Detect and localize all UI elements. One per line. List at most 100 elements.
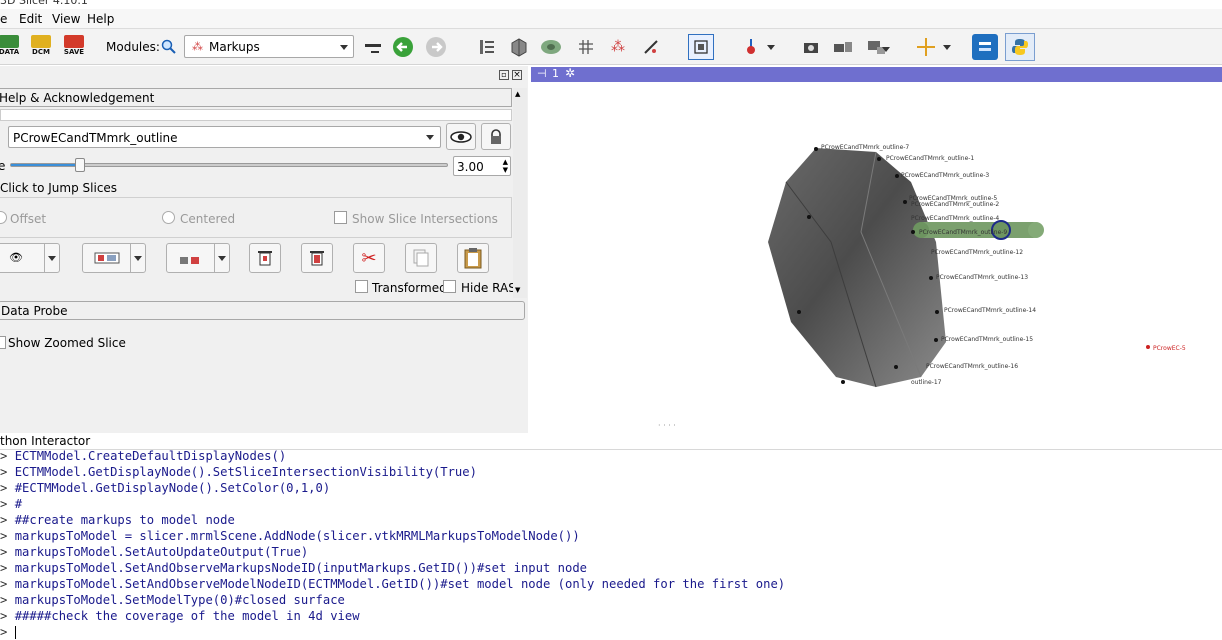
dicom-button[interactable]: DCM bbox=[28, 35, 54, 59]
scissors-icon: ✂ bbox=[361, 247, 377, 269]
transformed-label: Transformed bbox=[372, 281, 447, 295]
back-arrow-icon[interactable] bbox=[390, 34, 416, 60]
menu-file[interactable]: e bbox=[0, 12, 7, 26]
dicom-icon bbox=[31, 35, 51, 48]
console-prompt: > bbox=[0, 465, 15, 479]
delete-point-button[interactable] bbox=[249, 243, 281, 273]
console-line: > # bbox=[0, 496, 1222, 512]
spin-down-icon[interactable]: ▼ bbox=[503, 166, 508, 174]
scale-value: 3.00 bbox=[457, 160, 484, 174]
load-data-button[interactable]: DATA bbox=[0, 35, 22, 59]
float-panel-icon[interactable]: ▫ bbox=[499, 70, 509, 80]
console-line: > #####check the coverage of the model i… bbox=[0, 608, 1222, 624]
svg-text:PCrowECandTMmrk_outline-3: PCrowECandTMmrk_outline-3 bbox=[901, 172, 989, 179]
panel-scrollbar[interactable]: ▲ ▼ bbox=[513, 88, 527, 298]
hide-ras-checkbox[interactable] bbox=[443, 280, 456, 293]
extensions-icon[interactable] bbox=[972, 34, 998, 60]
console-prompt: > bbox=[0, 497, 15, 511]
console-line-text: ##create markups to model node bbox=[14, 513, 235, 527]
chevron-down-icon[interactable] bbox=[767, 45, 775, 50]
spin-up-icon[interactable]: ▲ bbox=[503, 158, 508, 166]
chevron-down-icon[interactable] bbox=[943, 45, 951, 50]
chevron-down-icon[interactable] bbox=[882, 47, 890, 52]
delete-all-button[interactable] bbox=[301, 243, 333, 273]
console-line-text: markupsToModel.SetAndObserveModelNodeID(… bbox=[14, 577, 786, 591]
mouse-mode-icon[interactable] bbox=[688, 34, 714, 60]
module-history-button[interactable] bbox=[360, 34, 386, 60]
markups-icon: ⁂ bbox=[192, 40, 203, 53]
module-search-icon[interactable] bbox=[156, 34, 182, 60]
help-section-header[interactable]: Help & Acknowledgement bbox=[0, 88, 512, 107]
menu-view[interactable]: View bbox=[52, 12, 80, 26]
editor-module-icon[interactable] bbox=[638, 34, 664, 60]
selected-node-label: PCrowECandTMmrk_outline bbox=[13, 131, 178, 145]
lock-menu-button[interactable] bbox=[166, 243, 230, 273]
transformed-checkbox[interactable] bbox=[355, 280, 368, 293]
visibility-menu-button[interactable]: 👁 bbox=[0, 243, 60, 273]
data-module-icon[interactable] bbox=[474, 34, 500, 60]
module-selected-label: Markups bbox=[209, 40, 260, 54]
markups-node-selector[interactable]: PCrowECandTMmrk_outline bbox=[8, 126, 441, 148]
threed-scene[interactable]: PCrowECandTMmrk_outline-7 PCrowECandTMmr… bbox=[531, 82, 1222, 432]
view-controller-bar: ⊣ 1 ✲ bbox=[531, 66, 1222, 82]
menu-help[interactable]: Help bbox=[87, 12, 114, 26]
chevron-down-icon bbox=[48, 256, 56, 261]
data-probe-header[interactable]: Data Probe bbox=[0, 301, 525, 320]
scene-view-icon[interactable] bbox=[830, 34, 856, 60]
visibility-toggle-button[interactable] bbox=[446, 123, 476, 150]
menu-edit[interactable]: Edit bbox=[19, 12, 42, 26]
modules-label: Modules: bbox=[106, 40, 160, 54]
chevron-down-icon bbox=[134, 256, 142, 261]
pin-icon[interactable]: ⊣ bbox=[537, 67, 547, 80]
transforms-module-icon[interactable] bbox=[573, 34, 599, 60]
svg-text:PCrowEC-5: PCrowEC-5 bbox=[1153, 345, 1186, 352]
console-line: > ECTMModel.GetDisplayNode().SetSliceInt… bbox=[0, 464, 1222, 480]
place-fiducial-icon[interactable] bbox=[738, 34, 764, 60]
centered-radio[interactable] bbox=[162, 211, 175, 224]
cut-button[interactable]: ✂ bbox=[353, 243, 385, 273]
jump-slices-label: Click to Jump Slices bbox=[0, 181, 118, 195]
scroll-up-icon[interactable]: ▲ bbox=[515, 90, 520, 98]
svg-text:PCrowECandTMmrk_outline-14: PCrowECandTMmrk_outline-14 bbox=[944, 307, 1036, 314]
console-output[interactable]: > ECTMModel.CreateDefaultDisplayNodes() >… bbox=[0, 448, 1222, 640]
models-module-icon[interactable] bbox=[538, 34, 564, 60]
console-line-text: #ECTMModel.GetDisplayNode().SetColor(0,1… bbox=[14, 481, 331, 495]
show-slice-intersections-checkbox[interactable] bbox=[334, 211, 347, 224]
copy-icon bbox=[413, 249, 429, 267]
svg-text:PCrowECandTMmrk_outline-13: PCrowECandTMmrk_outline-13 bbox=[936, 274, 1028, 281]
crosshair-icon[interactable] bbox=[913, 34, 939, 60]
module-selector[interactable]: ⁂ Markups bbox=[184, 35, 354, 58]
show-zoomed-slice-label: Show Zoomed Slice bbox=[8, 336, 126, 350]
console-line: > markupsToModel.SetAndObserveModelNodeI… bbox=[0, 576, 1222, 592]
python-icon[interactable] bbox=[1005, 33, 1035, 61]
save-icon bbox=[64, 35, 84, 48]
save-button[interactable]: SAVE bbox=[61, 35, 87, 59]
show-zoomed-slice-checkbox[interactable] bbox=[0, 336, 6, 349]
gear-icon[interactable]: ✲ bbox=[565, 66, 575, 80]
console-line-text: markupsToModel = slicer.mrmlScene.AddNod… bbox=[14, 529, 580, 543]
eye-icon: 👁 bbox=[9, 251, 23, 264]
close-icon[interactable]: × bbox=[512, 70, 522, 80]
screenshot-icon[interactable] bbox=[798, 34, 824, 60]
centered-label: Centered bbox=[180, 212, 236, 226]
paste-button[interactable] bbox=[457, 243, 489, 273]
svg-text:PCrowECandTMmrk_outline-12: PCrowECandTMmrk_outline-12 bbox=[931, 249, 1023, 256]
clipboard-icon bbox=[464, 248, 482, 269]
scale-spinbox[interactable]: 3.00 ▲ ▼ bbox=[453, 156, 511, 176]
console-prompt: > bbox=[0, 561, 15, 575]
volumes-module-icon[interactable] bbox=[506, 34, 532, 60]
lock-toggle-button[interactable] bbox=[481, 123, 511, 150]
selection-menu-button[interactable] bbox=[82, 243, 146, 273]
scroll-down-icon[interactable]: ▼ bbox=[515, 286, 520, 294]
ectm-model-surface bbox=[768, 148, 946, 387]
module-panel: ▫ × Help & Acknowledgement PCrowECandTMm… bbox=[0, 66, 528, 433]
copy-button[interactable] bbox=[405, 243, 437, 273]
python-interactor-title: thon Interactor bbox=[0, 434, 91, 448]
window-title: 3D Slicer 4.10.1 bbox=[0, 0, 88, 7]
scale-slider-handle[interactable] bbox=[75, 158, 85, 172]
forward-arrow-icon[interactable] bbox=[423, 34, 449, 60]
markups-module-icon[interactable]: ⁂ bbox=[605, 34, 631, 60]
lock-icon bbox=[491, 128, 501, 144]
trash-all-icon bbox=[310, 251, 324, 266]
main-toolbar: DATA DCM SAVE Modules: ⁂ Markups ⁂ bbox=[0, 29, 1222, 65]
